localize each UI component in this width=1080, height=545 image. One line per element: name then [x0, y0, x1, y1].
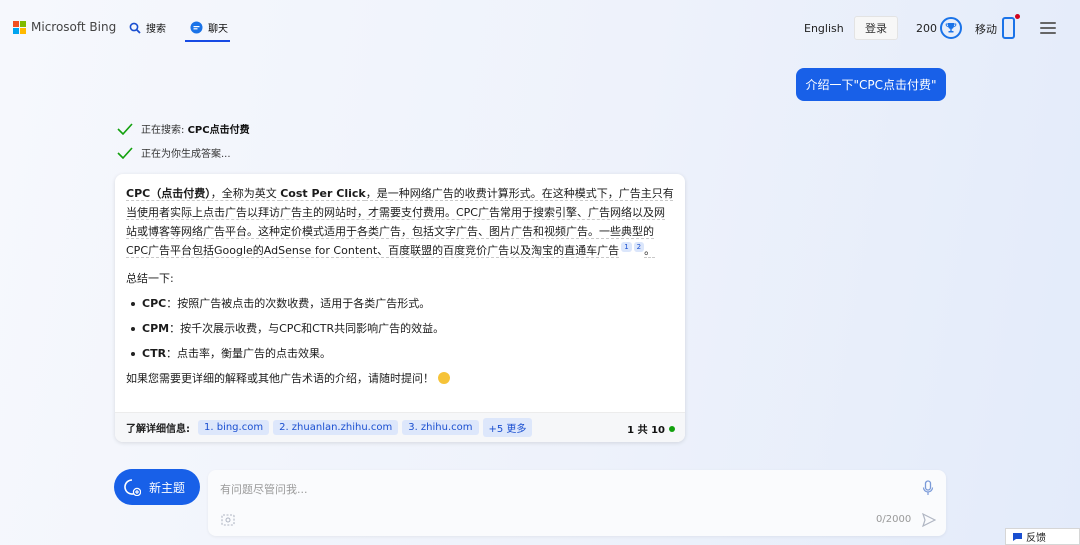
- searching-prefix: 正在搜索:: [141, 125, 188, 136]
- nav-chat-label: 聊天: [208, 24, 228, 35]
- nav-chat[interactable]: 聊天: [190, 20, 228, 35]
- phone-icon[interactable]: [1002, 17, 1015, 39]
- closing-sentence: 如果您需要更详细的解释或其他广告术语的介绍，请随时提问！: [126, 372, 434, 385]
- login-button[interactable]: 登录: [854, 16, 898, 40]
- mobile-label[interactable]: 移动: [975, 21, 997, 37]
- feedback-label: 反馈: [1026, 533, 1046, 544]
- hamburger-menu-icon[interactable]: [1040, 22, 1056, 34]
- feedback-button[interactable]: 反馈: [1005, 528, 1080, 545]
- nav-search-label: 搜索: [146, 24, 166, 35]
- nav-search[interactable]: 搜索: [129, 20, 166, 35]
- answer-intro: CPC（点击付费），全称为英文 Cost Per Click，是一种网络广告的收…: [126, 184, 674, 260]
- summary-heading: 总结一下:: [126, 272, 174, 285]
- bullet-text: ：按照广告被点击的次数收费，适用于各类广告形式。: [166, 297, 431, 310]
- bullet-term: CTR: [142, 347, 167, 360]
- microphone-icon[interactable]: [922, 480, 934, 496]
- progress-searching: 正在搜索: CPC点击付费: [117, 121, 250, 136]
- trophy-icon: [945, 23, 957, 33]
- intro-bold: CPC（点击付费）: [126, 187, 211, 200]
- checkmark-icon: [117, 122, 133, 135]
- top-bar: Microsoft Bing 搜索 聊天 English 登录 200 移动: [0, 0, 1080, 56]
- checkmark-icon: [117, 146, 133, 159]
- bing-logo[interactable]: Microsoft Bing: [13, 20, 116, 34]
- chat-icon: [190, 21, 203, 34]
- source-link-1[interactable]: 1. bing.com: [198, 420, 270, 435]
- intro-mid: ，全称为英文: [210, 187, 281, 200]
- send-icon[interactable]: [922, 513, 936, 527]
- image-search-icon[interactable]: [221, 514, 235, 526]
- new-topic-icon: [124, 479, 141, 496]
- chat-input[interactable]: [220, 478, 910, 500]
- char-count: 0/2000: [876, 514, 912, 525]
- intro-term: Cost Per Click: [280, 187, 366, 200]
- answer-card: CPC（点击付费），全称为英文 Cost Per Click，是一种网络广告的收…: [115, 174, 685, 442]
- learn-more-label: 了解详细信息:: [126, 424, 190, 435]
- generating-text: 正在为你生成答案...: [141, 149, 231, 160]
- list-item: CTR：点击率，衡量广告的点击效果。: [131, 344, 674, 363]
- user-message-bubble: 介绍一下"CPC点击付费": [796, 68, 946, 101]
- search-icon: [129, 22, 141, 34]
- citation-2[interactable]: 2: [633, 242, 645, 253]
- learn-more-bar: 了解详细信息: 1. bing.com 2. zhuanlan.zhihu.co…: [115, 412, 685, 442]
- summary-list: CPC：按照广告被点击的次数收费，适用于各类广告形式。 CPM：按千次展示收费，…: [126, 294, 674, 363]
- searching-term: CPC点击付费: [187, 125, 250, 136]
- rewards-trophy-icon[interactable]: [940, 17, 962, 39]
- turn-count-text: 1 共 10: [627, 425, 665, 436]
- source-link-2[interactable]: 2. zhuanlan.zhihu.com: [273, 420, 399, 435]
- bullet-text: ：按千次展示收费，与CPC和CTR共同影响广告的效益。: [169, 322, 445, 335]
- more-sources-button[interactable]: +5 更多: [482, 418, 533, 437]
- answer-body: CPC（点击付费），全称为英文 Cost Per Click，是一种网络广告的收…: [115, 174, 685, 388]
- new-topic-button[interactable]: 新主题: [114, 469, 200, 505]
- closing-text: 如果您需要更详细的解释或其他广告术语的介绍，请随时提问！: [126, 369, 674, 388]
- list-item: CPC：按照广告被点击的次数收费，适用于各类广告形式。: [131, 294, 674, 313]
- feedback-icon: [1013, 533, 1022, 541]
- smile-emoji-icon: [438, 372, 450, 384]
- source-link-3[interactable]: 3. zhihu.com: [402, 420, 479, 435]
- active-tab-indicator: [185, 40, 230, 42]
- status-dot-icon: [669, 425, 675, 432]
- language-switch[interactable]: English: [804, 22, 844, 35]
- logo-text: Microsoft Bing: [31, 20, 117, 34]
- citation-1[interactable]: 1: [621, 242, 632, 253]
- composer-box: 0/2000: [208, 470, 946, 536]
- new-topic-label: 新主题: [149, 480, 186, 495]
- progress-generating: 正在为你生成答案...: [117, 145, 231, 160]
- bullet-text: ：点击率，衡量广告的点击效果。: [166, 347, 332, 360]
- rewards-points[interactable]: 200: [916, 22, 937, 35]
- turn-counter: 1 共 10: [627, 421, 675, 436]
- notification-dot: [1015, 14, 1020, 19]
- intro-end: 。: [644, 244, 656, 257]
- bullet-term: CPC: [142, 297, 167, 310]
- list-item: CPM：按千次展示收费，与CPC和CTR共同影响广告的效益。: [131, 319, 674, 338]
- bullet-term: CPM: [142, 322, 170, 335]
- microsoft-logo-icon: [13, 20, 26, 34]
